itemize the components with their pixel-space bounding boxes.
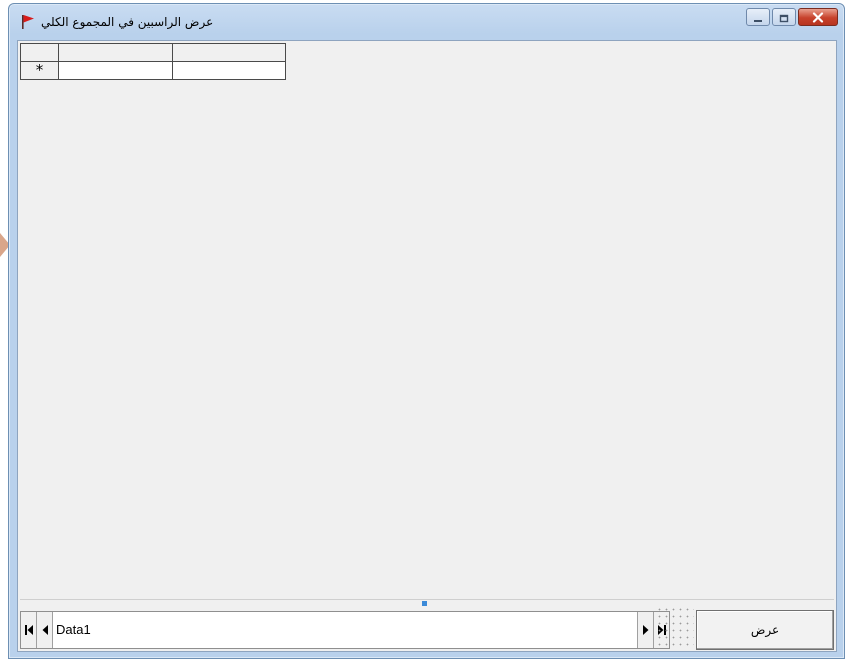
grid-corner-cell[interactable] [20,43,59,62]
app-window: عرض الراسبين في المجموع الكلي * Data1 عر… [8,3,845,659]
data-grid[interactable]: * [20,43,834,600]
form-client-area: * Data1 عرض [17,40,837,652]
splitter-handle[interactable] [422,601,427,606]
first-record-button[interactable] [21,612,37,648]
minimize-button[interactable] [746,8,770,26]
title-bar[interactable]: عرض الراسبين في المجموع الكلي [9,4,844,40]
close-icon [812,8,824,27]
next-record-button[interactable] [637,612,653,648]
next-record-icon [642,621,650,640]
first-record-icon [24,621,34,640]
column-header[interactable] [172,43,286,62]
grid-cell[interactable] [58,61,173,80]
window-controls [746,8,838,26]
grid-cell[interactable] [172,61,286,80]
previous-record-button[interactable] [37,612,53,648]
design-grid-dots [654,604,694,650]
column-header[interactable] [58,43,173,62]
data-navigator: Data1 [20,611,670,649]
maximize-icon [779,8,789,27]
show-button[interactable]: عرض [696,610,834,650]
table-row: * [20,61,286,80]
grid-header-row [20,43,286,62]
maximize-button[interactable] [772,8,796,26]
previous-record-icon [41,621,49,640]
minimize-icon [753,8,763,27]
window-title: عرض الراسبين في المجموع الكلي [41,15,214,29]
grid-table: * [20,43,286,80]
new-row-marker[interactable]: * [20,61,59,80]
navigator-caption: Data1 [56,622,91,637]
red-flag-icon [21,14,35,30]
close-button[interactable] [798,8,838,26]
title-group: عرض الراسبين في المجموع الكلي [21,14,213,30]
